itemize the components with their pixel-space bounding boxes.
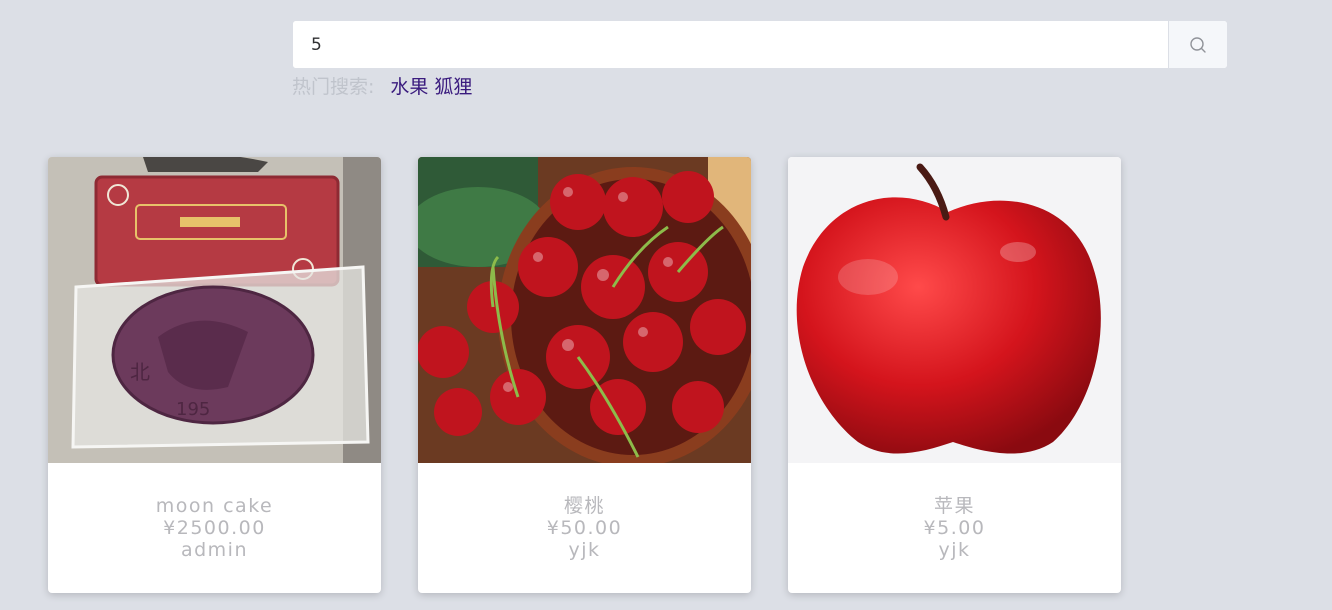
product-price: ¥2500.00: [163, 517, 266, 539]
product-card-cherries[interactable]: 樱桃 ¥50.00 yjk: [418, 157, 751, 593]
svg-text:北: 北: [130, 360, 150, 384]
product-info-cherries: 樱桃 ¥50.00 yjk: [418, 463, 751, 593]
hot-search-label: 热门搜索:: [292, 75, 375, 98]
product-name: 樱桃: [563, 495, 605, 517]
product-info-apple: 苹果 ¥5.00 yjk: [788, 463, 1121, 593]
product-price: ¥5.00: [923, 517, 986, 539]
product-name: 苹果: [933, 495, 975, 517]
product-image-apple[interactable]: [788, 157, 1121, 463]
svg-text:195: 195: [176, 399, 210, 420]
product-price: ¥50.00: [546, 517, 623, 539]
product-name: moon cake: [155, 495, 274, 517]
product-image-cherries[interactable]: [418, 157, 751, 463]
product-image-mooncake[interactable]: 195 北: [48, 157, 381, 463]
hot-search-term-fruit[interactable]: 水果: [390, 72, 428, 99]
search-button[interactable]: [1168, 21, 1227, 68]
product-info-mooncake: moon cake ¥2500.00 admin: [48, 463, 381, 593]
product-seller: yjk: [938, 539, 971, 561]
hot-search-term-fox[interactable]: 狐狸: [434, 72, 472, 99]
product-card-apple[interactable]: 苹果 ¥5.00 yjk: [788, 157, 1121, 593]
product-seller: yjk: [568, 539, 601, 561]
search-input[interactable]: [293, 21, 1168, 68]
search-bar: [292, 20, 1228, 69]
search-icon: [1190, 36, 1206, 53]
hot-search: 热门搜索: 水果 狐狸: [292, 72, 478, 98]
product-card-mooncake[interactable]: 195 北 moon cake ¥2500.00 admin: [48, 157, 381, 593]
product-seller: admin: [180, 539, 249, 561]
